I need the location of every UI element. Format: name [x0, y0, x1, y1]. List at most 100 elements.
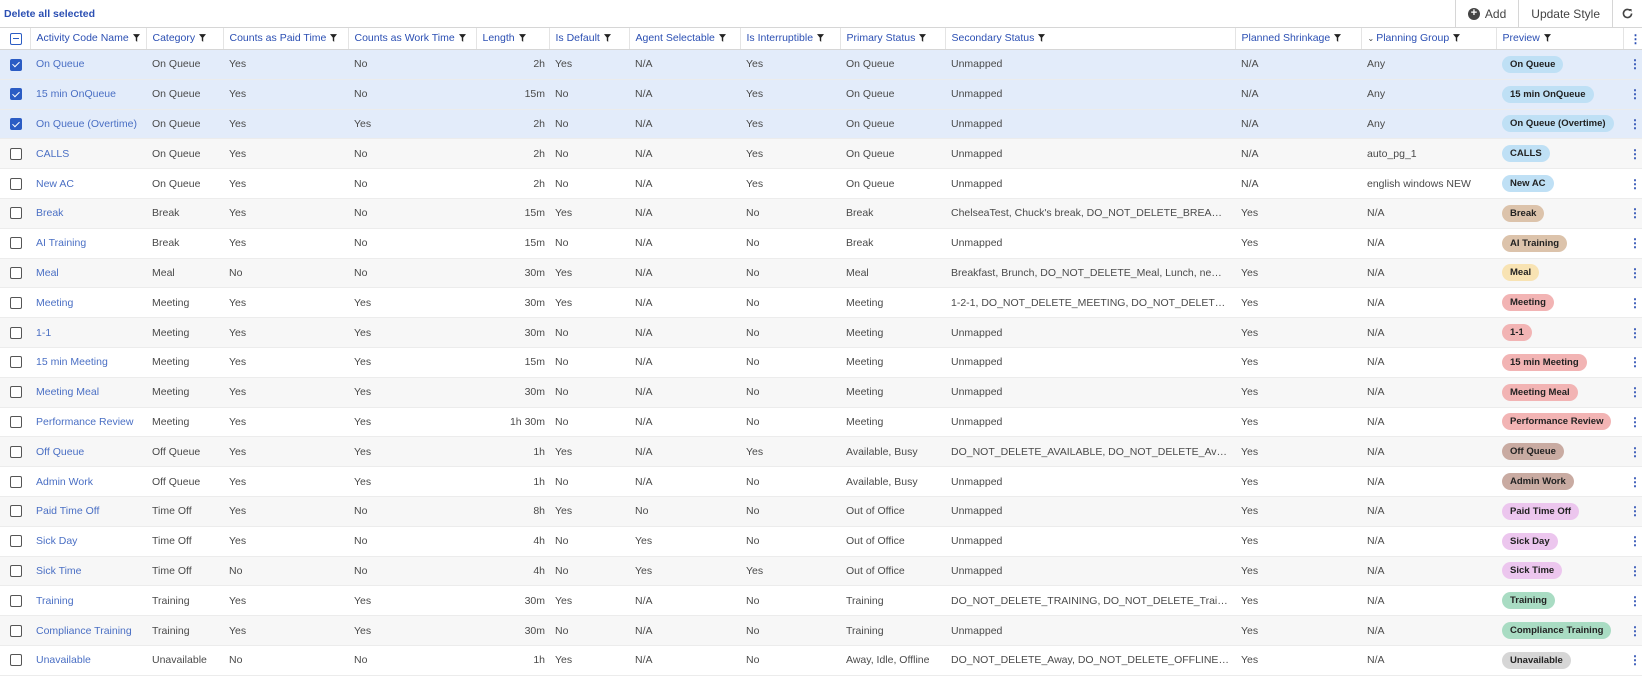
row-checkbox[interactable] — [10, 535, 22, 548]
row-menu-icon[interactable]: ⋮ — [1623, 49, 1642, 80]
table-row[interactable]: Sick Time Time Off No No 4h No Yes Yes Out of Of… — [0, 556, 1642, 587]
table-row[interactable]: Performance Review Meeting Yes Yes 1h 30m No N… — [0, 407, 1642, 438]
row-checkbox[interactable] — [10, 475, 22, 488]
activity-code-name[interactable]: 15 min Meeting — [30, 347, 146, 378]
activity-code-name[interactable]: Training — [30, 585, 146, 617]
activity-code-name[interactable]: Performance Review — [30, 407, 146, 438]
filter-icon[interactable] — [1334, 33, 1342, 45]
filter-icon[interactable] — [1038, 33, 1046, 45]
column-header-category[interactable]: Category — [146, 28, 224, 50]
row-checkbox[interactable] — [10, 237, 22, 250]
activity-code-name[interactable]: Unavailable — [30, 645, 146, 676]
filter-icon[interactable] — [817, 33, 825, 45]
row-checkbox[interactable] — [10, 207, 22, 220]
refresh-button[interactable] — [1612, 0, 1642, 27]
row-checkbox[interactable] — [10, 505, 22, 518]
filter-icon[interactable] — [199, 33, 207, 45]
column-header-agent-selectable[interactable]: Agent Selectable — [629, 28, 741, 50]
row-menu-icon[interactable]: ⋮ — [1623, 347, 1642, 378]
filter-icon[interactable] — [330, 33, 338, 45]
table-row[interactable]: On Queue On Queue Yes No 2h Yes N/A Yes On Queue… — [0, 49, 1642, 80]
row-menu-icon[interactable]: ⋮ — [1623, 526, 1642, 557]
column-header-primary-status[interactable]: Primary Status — [840, 28, 946, 50]
row-checkbox[interactable] — [10, 565, 22, 578]
table-row[interactable]: 15 min Meeting Meeting Yes Yes 15m No N/A No Mee… — [0, 347, 1642, 378]
activity-code-name[interactable]: 1-1 — [30, 317, 146, 348]
table-row[interactable]: Meal Meal No No 30m Yes N/A No Meal Breakfast, Br… — [0, 258, 1642, 289]
activity-code-name[interactable]: Meeting Meal — [30, 377, 146, 408]
row-checkbox[interactable] — [10, 118, 22, 131]
activity-code-name[interactable]: Off Queue — [30, 436, 146, 468]
table-row[interactable]: New AC On Queue Yes No 2h No N/A Yes On Queue Unm… — [0, 168, 1642, 199]
table-row[interactable]: Paid Time Off Time Off Yes No 8h Yes No No Out o… — [0, 496, 1642, 527]
column-header-counts-as-paid-time[interactable]: Counts as Paid Time — [223, 28, 349, 50]
table-row[interactable]: Compliance Training Training Yes Yes 30m No N/… — [0, 615, 1642, 646]
filter-icon[interactable] — [458, 33, 466, 45]
column-header-counts-as-work-time[interactable]: Counts as Work Time — [348, 28, 477, 50]
activity-code-name[interactable]: Admin Work — [30, 466, 146, 497]
delete-all-selected-link[interactable]: Delete all selected — [0, 8, 95, 20]
row-checkbox[interactable] — [10, 386, 22, 399]
select-all-checkbox[interactable] — [10, 32, 22, 45]
table-row[interactable]: Meeting Meal Meeting Yes Yes 30m No N/A No Meeti… — [0, 377, 1642, 408]
row-checkbox[interactable] — [10, 147, 22, 160]
filter-icon[interactable] — [718, 33, 726, 45]
row-checkbox[interactable] — [10, 177, 22, 190]
row-menu-icon[interactable]: ⋮ — [1623, 377, 1642, 408]
column-header-preview[interactable]: Preview — [1496, 28, 1624, 50]
row-menu-icon[interactable]: ⋮ — [1623, 436, 1642, 468]
activity-code-name[interactable]: 15 min OnQueue — [30, 79, 146, 110]
row-checkbox[interactable] — [10, 624, 22, 637]
row-menu-icon[interactable]: ⋮ — [1623, 615, 1642, 646]
row-menu-icon[interactable]: ⋮ — [1623, 496, 1642, 527]
update-style-button[interactable]: Update Style — [1518, 0, 1612, 27]
table-row[interactable]: Training Training Yes Yes 30m Yes N/A No Trainin… — [0, 585, 1642, 617]
row-checkbox[interactable] — [10, 416, 22, 429]
table-row[interactable]: Sick Day Time Off Yes No 4h No Yes No Out of Off… — [0, 526, 1642, 557]
table-row[interactable]: 1-1 Meeting Yes Yes 30m No N/A No Meeting Unmappe… — [0, 317, 1642, 348]
activity-code-name[interactable]: Compliance Training — [30, 615, 146, 646]
row-checkbox[interactable] — [10, 296, 22, 309]
table-row[interactable]: CALLS On Queue Yes No 2h No N/A Yes On Queue Unma… — [0, 138, 1642, 170]
sort-desc-icon[interactable]: ⌄ — [1368, 34, 1375, 43]
row-checkbox[interactable] — [10, 445, 22, 458]
activity-code-name[interactable]: On Queue — [30, 49, 146, 80]
row-menu-icon[interactable]: ⋮ — [1623, 168, 1642, 199]
row-checkbox[interactable] — [10, 88, 22, 101]
activity-code-name[interactable]: Meeting — [30, 287, 146, 319]
table-row[interactable]: Off Queue Off Queue Yes Yes 1h Yes N/A Yes Avail… — [0, 436, 1642, 468]
row-menu-icon[interactable]: ⋮ — [1623, 317, 1642, 348]
table-row[interactable]: Meeting Meeting Yes Yes 30m Yes N/A No Meeting 1-… — [0, 287, 1642, 319]
activity-code-name[interactable]: Break — [30, 198, 146, 229]
row-checkbox[interactable] — [10, 356, 22, 369]
row-checkbox[interactable] — [10, 267, 22, 280]
column-header-planning-group[interactable]: ⌄ Planning Group — [1361, 28, 1497, 50]
row-checkbox[interactable] — [10, 58, 22, 71]
row-menu-icon[interactable]: ⋮ — [1623, 198, 1642, 229]
filter-icon[interactable] — [1543, 33, 1551, 45]
row-menu-icon[interactable]: ⋮ — [1623, 79, 1642, 110]
filter-icon[interactable] — [603, 33, 611, 45]
row-menu-icon[interactable]: ⋮ — [1623, 228, 1642, 259]
filter-icon[interactable] — [132, 33, 140, 45]
row-menu-icon[interactable]: ⋮ — [1623, 585, 1642, 617]
row-menu-icon[interactable]: ⋮ — [1623, 109, 1642, 140]
row-menu-icon[interactable]: ⋮ — [1623, 466, 1642, 497]
table-row[interactable]: On Queue (Overtime) On Queue Yes Yes 2h No N/A… — [0, 109, 1642, 140]
row-menu-icon[interactable]: ⋮ — [1623, 287, 1642, 319]
activity-code-name[interactable]: Paid Time Off — [30, 496, 146, 527]
row-checkbox[interactable] — [10, 594, 22, 607]
table-row[interactable]: Break Break Yes No 15m Yes N/A No Break ChelseaTe… — [0, 198, 1642, 229]
activity-code-name[interactable]: New AC — [30, 168, 146, 199]
column-header-planned-shrinkage[interactable]: Planned Shrinkage — [1235, 28, 1362, 50]
activity-code-name[interactable]: On Queue (Overtime) — [30, 109, 146, 140]
column-header-is-interruptible[interactable]: Is Interruptible — [740, 28, 841, 50]
activity-code-name[interactable]: Sick Time — [30, 556, 146, 587]
filter-icon[interactable] — [919, 33, 927, 45]
row-menu-icon[interactable]: ⋮ — [1623, 258, 1642, 289]
column-header-secondary-status[interactable]: Secondary Status — [945, 28, 1236, 50]
row-menu-icon[interactable]: ⋮ — [1623, 138, 1642, 170]
add-button[interactable]: + Add — [1454, 0, 1518, 27]
filter-icon[interactable] — [518, 33, 526, 45]
row-menu-icon[interactable]: ⋮ — [1623, 556, 1642, 587]
